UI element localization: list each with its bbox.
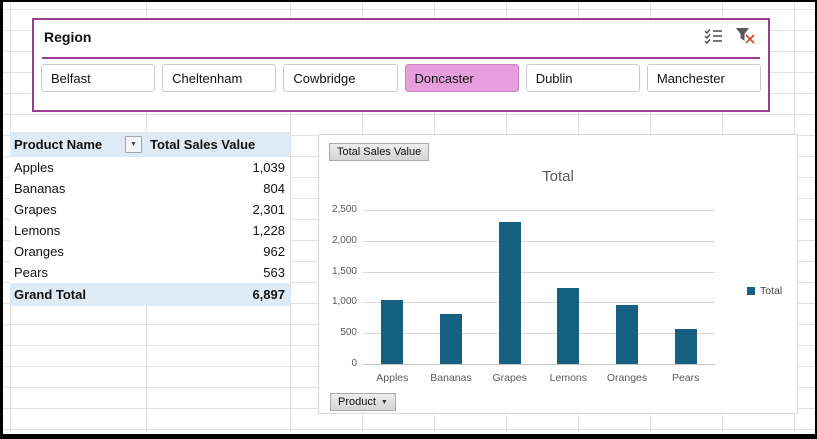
value-cell: 804: [263, 181, 285, 196]
chart-gridline: [363, 240, 715, 242]
chart-title: Total: [542, 168, 574, 185]
pivot-row-oranges[interactable]: Oranges 962: [10, 241, 290, 262]
y-axis-tick: 1,000: [331, 296, 357, 308]
value-cell: 1,228: [252, 223, 285, 238]
slicer-item-cheltenham[interactable]: Cheltenham: [162, 64, 277, 92]
gridline-row: [3, 114, 815, 115]
slicer-button-row: Belfast Cheltenham Cowbridge Doncaster Dubli…: [41, 64, 762, 92]
product-name-filter-button[interactable]: ▼: [125, 136, 142, 153]
chevron-down-icon: ▼: [380, 398, 388, 406]
chart-gridline: [363, 210, 715, 211]
chart-legend[interactable]: Total: [747, 285, 782, 297]
slicer-item-manchester[interactable]: Manchester: [646, 64, 762, 92]
grand-total-label: Grand Total: [14, 287, 86, 302]
x-axis-label: Pears: [671, 372, 700, 384]
slicer-item-cowbridge[interactable]: Cowbridge: [283, 64, 398, 92]
worksheet: Region Belfast Cheltenham Cowbridge Donc…: [3, 2, 815, 434]
value-field-button[interactable]: Total Sales Value: [329, 143, 430, 161]
bar-bananas[interactable]: [440, 314, 462, 364]
pivot-row-apples[interactable]: Apples 1,039: [10, 157, 290, 178]
value-cell: 962: [263, 244, 285, 259]
value-field-label: Total Sales Value: [337, 146, 422, 158]
slicer-item-belfast[interactable]: Belfast: [41, 64, 156, 92]
chevron-down-icon: ▼: [130, 141, 137, 148]
product-cell: Apples: [14, 160, 54, 175]
product-cell: Oranges: [14, 244, 64, 259]
x-axis-label: Grapes: [492, 372, 527, 384]
gridline-row: [3, 9, 815, 10]
y-axis-tick: 2,000: [331, 234, 357, 246]
bar-lemons[interactable]: [557, 288, 579, 364]
gridline-row: [3, 429, 815, 430]
clear-filter-icon[interactable]: [735, 27, 756, 45]
pivot-header-value[interactable]: Total Sales Value: [146, 132, 290, 157]
x-axis-label: Apples: [376, 372, 409, 384]
x-axis-label: Lemons: [549, 372, 588, 384]
pivot-table: Product Name ▼ Total Sales Value Apples 1…: [10, 132, 290, 306]
slicer-title: Region: [44, 29, 92, 45]
slicer-item-dublin[interactable]: Dublin: [525, 64, 640, 92]
pivot-row-bananas[interactable]: Bananas 804: [10, 178, 290, 199]
pivot-header-product-label: Product Name: [14, 137, 103, 152]
x-axis-label: Oranges: [606, 372, 648, 384]
legend-marker: [747, 287, 755, 295]
multi-select-icon[interactable]: [704, 28, 723, 44]
pivot-grand-total-row[interactable]: Grand Total 6,897: [10, 283, 290, 306]
region-slicer[interactable]: Region Belfast Cheltenham Cowbridge Donc…: [32, 18, 770, 112]
bar-apples[interactable]: [381, 300, 403, 364]
chart-gridline: [363, 271, 715, 273]
pivot-row-grapes[interactable]: Grapes 2,301: [10, 199, 290, 220]
chart-gridline: [363, 333, 715, 335]
product-cell: Lemons: [14, 223, 61, 238]
y-axis-tick: 2,500: [331, 204, 357, 215]
pivot-header-row: Product Name ▼ Total Sales Value: [10, 132, 290, 157]
pivot-body: Apples 1,039 Bananas 804 Grapes 2,301 Lemons 1,…: [10, 157, 290, 283]
grand-total-value: 6,897: [252, 287, 285, 302]
slicer-toolbar: [704, 27, 756, 45]
value-cell: 1,039: [252, 160, 285, 175]
product-cell: Bananas: [14, 181, 66, 196]
legend-label: Total: [760, 285, 783, 297]
pivot-header-value-label: Total Sales Value: [150, 137, 256, 152]
x-axis-label: Bananas: [430, 372, 472, 384]
product-cell: Grapes: [14, 202, 57, 217]
product-cell: Pears: [14, 265, 48, 280]
axis-field-button[interactable]: Product ▼: [330, 393, 396, 411]
bar-pears[interactable]: [675, 329, 697, 364]
value-cell: 563: [263, 265, 285, 280]
y-axis-tick: 0: [351, 358, 357, 369]
value-cell: 2,301: [252, 202, 285, 217]
x-axis-line: [363, 364, 715, 365]
pivot-row-lemons[interactable]: Lemons 1,228: [10, 220, 290, 241]
axis-field-label: Product: [338, 396, 376, 408]
slicer-item-doncaster[interactable]: Doncaster: [404, 64, 519, 92]
y-axis-tick: 500: [340, 327, 357, 339]
pivot-row-pears[interactable]: Pears 563: [10, 262, 290, 283]
pivot-chart[interactable]: Total Sales Value Total Total Product ▼ …: [318, 134, 798, 414]
y-axis-tick: 1,500: [331, 265, 357, 277]
chart-gridline: [363, 302, 715, 304]
screenshot-frame: Region Belfast Cheltenham Cowbridge Donc…: [0, 0, 817, 439]
bar-oranges[interactable]: [616, 305, 638, 364]
bar-grapes[interactable]: [499, 222, 521, 364]
pivot-header-product[interactable]: Product Name ▼: [10, 132, 146, 157]
slicer-separator: [42, 57, 760, 59]
